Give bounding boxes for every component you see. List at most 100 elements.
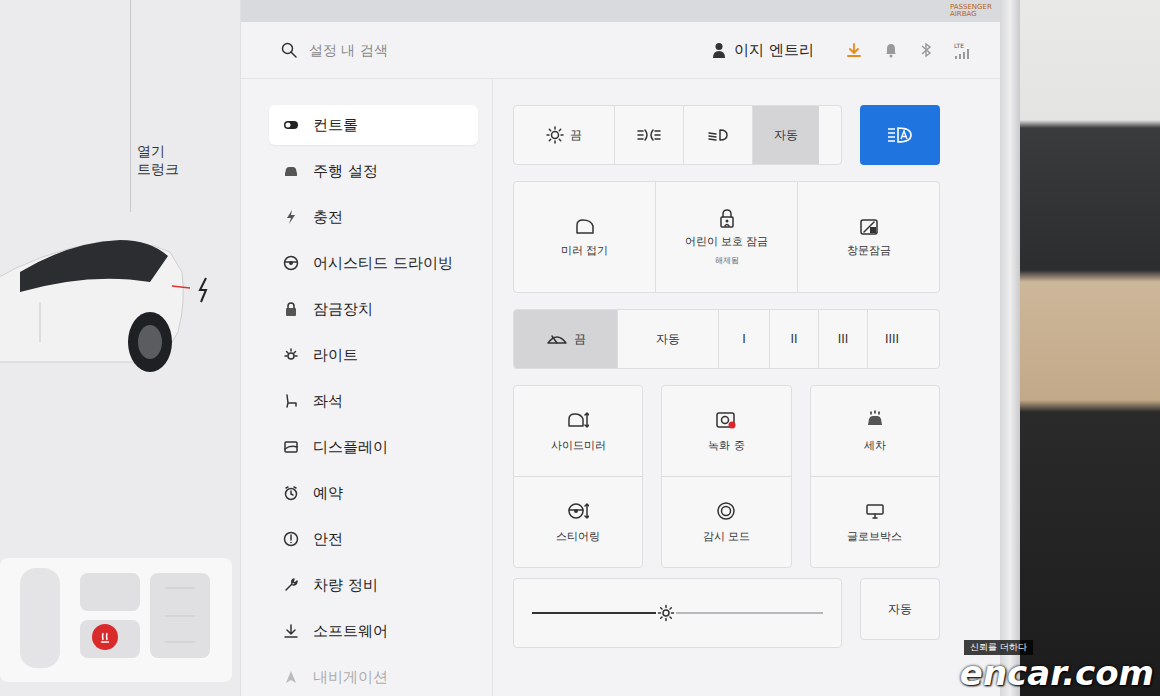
tile-label[interactable]: 녹화 중 (708, 438, 745, 453)
sidebar-label[interactable]: 어시스티드 드라이빙 (313, 254, 453, 273)
wiper-selector: 끔자동IIIIIIIIII (513, 309, 940, 369)
sidebar-label[interactable]: 디스플레이 (313, 438, 388, 457)
sidebar-item[interactable]: 좌석 (269, 381, 478, 421)
person-icon (712, 42, 726, 58)
brightness-auto-button[interactable]: 자동 (860, 578, 940, 640)
headlight-option[interactable]: 끔 (514, 106, 615, 164)
sidebar-item[interactable]: 예약 (269, 473, 478, 513)
tile-label[interactable]: 글로브박스 (847, 529, 902, 544)
sidebar-label[interactable]: 컨트롤 (313, 116, 358, 135)
sidebar-label[interactable]: 좌석 (313, 392, 343, 411)
bell-icon (884, 42, 898, 58)
seat-map-icon (0, 558, 230, 678)
control-tile[interactable]: 세차 (811, 386, 939, 477)
sidebar-item[interactable]: 디스플레이 (269, 427, 478, 467)
tile-icon (567, 410, 589, 430)
settings-panel: PASSENGER AIRBAG 이지 엔트리 LTE 컨트롤주행 설정충전어시스티드… (241, 0, 1000, 696)
low-beam-icon (708, 128, 728, 142)
quick-control-button[interactable]: 미러 접기 (514, 182, 656, 292)
trunk-button[interactable]: 열기트렁크 (130, 0, 240, 212)
brightness-track[interactable] (532, 612, 823, 614)
vehicle-panel: 열기트렁크 (0, 0, 241, 696)
control-tile[interactable]: 감시 모드 (662, 477, 790, 567)
driver-profile[interactable]: 이지 엔트리 (712, 41, 814, 60)
tile-label[interactable]: 세차 (864, 438, 886, 453)
search-input[interactable] (307, 41, 511, 59)
sidebar-item[interactable]: 주행 설정 (269, 151, 478, 191)
quick-control-button[interactable]: 어린이 보호 잠금해제됨 (656, 182, 798, 292)
quick-controls: 미러 접기어린이 보호 잠금해제됨창문잠금 (513, 181, 940, 293)
headlight-option[interactable]: 자동 (753, 106, 819, 164)
brightness-thumb[interactable] (656, 603, 676, 623)
wiper-label[interactable]: III (838, 332, 849, 346)
wiper-option[interactable]: 자동 (618, 310, 719, 368)
quick-control-label[interactable]: 어린이 보호 잠금 (685, 234, 769, 249)
control-tile[interactable]: 글로브박스 (811, 477, 939, 567)
wiper-label[interactable]: I (742, 332, 746, 346)
sidebar-label[interactable]: 잠금장치 (313, 300, 373, 319)
wiper-option[interactable]: III (819, 310, 868, 368)
wiper-label[interactable]: II (790, 332, 797, 346)
brightness-fill (532, 612, 666, 614)
quick-control-label[interactable]: 창문잠금 (847, 243, 891, 258)
quick-control-button[interactable]: 창문잠금 (798, 182, 939, 292)
tile-icon (864, 501, 886, 521)
map-strip: PASSENGER AIRBAG (241, 0, 1000, 22)
sidebar-item[interactable]: 라이트 (269, 335, 478, 375)
tile-label[interactable]: 사이드미러 (551, 438, 606, 453)
sidebar-label[interactable]: 충전 (313, 208, 343, 227)
sidebar-item[interactable]: 충전 (269, 197, 478, 237)
quick-control-label[interactable]: 미러 접기 (561, 243, 609, 258)
control-tile[interactable]: 스티어링 (514, 477, 642, 567)
airbag-indicator: PASSENGER AIRBAG (950, 4, 996, 18)
quick-control-status: 해제됨 (715, 255, 739, 266)
wiper-label[interactable]: 자동 (656, 331, 680, 348)
sidebar-label[interactable]: 예약 (313, 484, 343, 503)
search-field[interactable] (281, 41, 702, 59)
sidebar-item[interactable]: 내비게이션 (269, 657, 478, 696)
tile-label[interactable]: 스티어링 (556, 529, 600, 544)
profile-name[interactable]: 이지 엔트리 (734, 41, 814, 60)
trunk-action[interactable]: 열기 (137, 142, 240, 160)
seat-heat-icon (98, 630, 112, 644)
wiper-option[interactable]: IIII (868, 310, 916, 368)
control-tile[interactable]: 사이드미러 (514, 386, 642, 477)
settings-body: 컨트롤주행 설정충전어시스티드 드라이빙잠금장치라이트좌석디스플레이예약안전차량… (241, 79, 1000, 696)
sidebar-item[interactable]: 안전 (269, 519, 478, 559)
menu-icon (283, 669, 299, 685)
sidebar-item[interactable]: 잠금장치 (269, 289, 478, 329)
headlight-label[interactable]: 끔 (570, 127, 582, 144)
watermark-tagline: 신뢰를 더하다 (964, 640, 1033, 655)
wiper-option[interactable]: 끔 (514, 310, 618, 368)
search-icon (281, 42, 297, 58)
headlight-option[interactable] (684, 106, 753, 164)
trunk-label[interactable]: 트렁크 (137, 160, 240, 178)
sidebar-label[interactable]: 라이트 (313, 346, 358, 365)
control-tile[interactable]: 녹화 중 (662, 386, 790, 477)
tile-grid: 사이드미러스티어링 녹화 중감시 모드 세차글로브박스 (513, 385, 940, 568)
seat-heater-badge[interactable] (92, 624, 118, 650)
sidebar-item[interactable]: 어시스티드 드라이빙 (269, 243, 478, 283)
bluetooth-icon (920, 42, 932, 58)
wiper-option[interactable]: II (770, 310, 819, 368)
wiper-label[interactable]: 끔 (574, 331, 586, 348)
touchscreen: 열기트렁크 PASSENGER AIRBAG 이지 엔트리 LTE 컨트롤주행 설정충전… (0, 0, 1000, 696)
wiper-label[interactable]: IIII (885, 332, 899, 346)
sidebar-label[interactable]: 소프트웨어 (313, 622, 388, 641)
sidebar-item[interactable]: 소프트웨어 (269, 611, 478, 651)
wiper-option[interactable]: I (719, 310, 770, 368)
sidebar-label[interactable]: 차량 정비 (313, 576, 378, 595)
headlight-option[interactable] (615, 106, 684, 164)
auto-high-beam-button[interactable] (860, 105, 940, 165)
headlight-label[interactable]: 자동 (774, 127, 798, 144)
brightness-slider[interactable] (513, 578, 842, 648)
sidebar-label[interactable]: 주행 설정 (313, 162, 378, 181)
tile-label[interactable]: 감시 모드 (703, 529, 751, 544)
sidebar-item[interactable]: 컨트롤 (269, 105, 478, 145)
settings-header: 이지 엔트리 LTE (241, 22, 1000, 79)
sidebar-label[interactable]: 안전 (313, 530, 343, 549)
signal-icon (954, 49, 970, 59)
sidebar-label[interactable]: 내비게이션 (313, 668, 388, 687)
sidebar-item[interactable]: 차량 정비 (269, 565, 478, 605)
signal-indicator: LTE (954, 42, 970, 59)
